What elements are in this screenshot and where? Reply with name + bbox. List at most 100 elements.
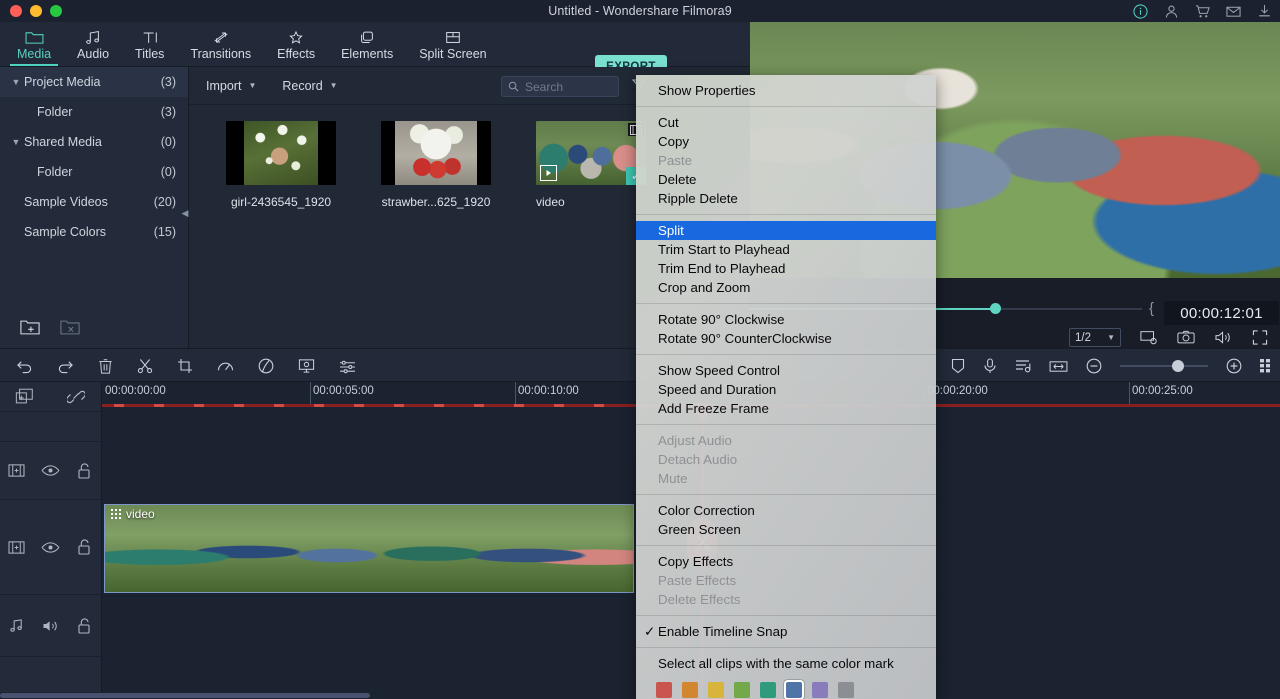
color-swatch-orange[interactable] [682, 682, 698, 698]
play-badge-icon [540, 165, 557, 181]
fit-timeline-icon[interactable] [1049, 359, 1068, 374]
menu-item-show-properties[interactable]: Show Properties [636, 81, 936, 100]
delete-icon[interactable] [98, 358, 113, 374]
download-icon[interactable] [1257, 4, 1272, 19]
marker-icon[interactable] [951, 358, 965, 374]
menu-item-select-same-color-mark[interactable]: Select all clips with the same color mar… [636, 654, 936, 673]
zoom-in-button[interactable] [1226, 358, 1242, 374]
speed-icon[interactable] [217, 359, 234, 374]
media-item-girl[interactable]: girl-2436545_1920 [226, 121, 336, 209]
sidebar-item-shared-folder[interactable]: Folder (0) [0, 157, 188, 187]
cart-icon[interactable] [1195, 4, 1210, 19]
tab-titles[interactable]: Titles [122, 21, 177, 66]
film-track-icon [0, 463, 34, 478]
menu-item-show-speed-control[interactable]: Show Speed Control [636, 361, 936, 380]
adjust-icon[interactable] [339, 359, 356, 374]
track-header-video-2 [0, 500, 101, 595]
menu-item-split[interactable]: Split [636, 221, 936, 240]
zoom-out-button[interactable] [1086, 358, 1102, 374]
menu-separator [636, 354, 936, 355]
color-swatch-teal[interactable] [760, 682, 776, 698]
timeline-clip-video[interactable]: video [104, 504, 634, 593]
menu-item-rotate-clockwise[interactable]: Rotate 90° Clockwise [636, 310, 936, 329]
tab-media[interactable]: Media [4, 21, 64, 66]
account-icon[interactable] [1164, 4, 1179, 19]
menu-item-green-screen[interactable]: Green Screen [636, 520, 936, 539]
menu-item-delete[interactable]: Delete [636, 170, 936, 189]
menu-item-enable-timeline-snap[interactable]: ✓ Enable Timeline Snap [636, 622, 936, 641]
zoom-slider-track [1120, 365, 1208, 367]
import-button[interactable]: Import ▼ [206, 79, 256, 93]
tab-split-screen[interactable]: Split Screen [406, 21, 499, 66]
sidebar-item-sample-colors[interactable]: Sample Colors (15) [0, 217, 188, 247]
mail-icon[interactable] [1226, 4, 1241, 19]
menu-item-copy[interactable]: Copy [636, 132, 936, 151]
add-track-icon[interactable] [0, 388, 51, 405]
color-swatch-purple[interactable] [812, 682, 828, 698]
link-icon[interactable] [51, 389, 102, 405]
menu-item-rotate-counterclockwise[interactable]: Rotate 90° CounterClockwise [636, 329, 936, 348]
menu-item-cut[interactable]: Cut [636, 113, 936, 132]
color-swatch-gray[interactable] [838, 682, 854, 698]
sidebar-item-shared-media[interactable]: ▼ Shared Media (0) [0, 127, 188, 157]
sidebar-item-label: Shared Media [24, 135, 161, 149]
media-item-video[interactable]: ✓ video [536, 121, 646, 209]
menu-separator [636, 494, 936, 495]
fullscreen-icon[interactable] [1252, 330, 1268, 345]
timeline-grid-icon[interactable] [1260, 358, 1272, 374]
volume-icon[interactable] [1214, 330, 1233, 345]
info-icon[interactable] [1133, 4, 1148, 19]
green-screen-icon[interactable] [298, 358, 315, 374]
record-label: Record [282, 79, 322, 93]
zoom-slider-handle[interactable] [1172, 360, 1184, 372]
search-icon [508, 81, 519, 92]
undo-icon[interactable] [16, 359, 33, 374]
menu-item-ripple-delete[interactable]: Ripple Delete [636, 189, 936, 208]
audio-mixer-icon[interactable] [1015, 358, 1031, 374]
menu-item-trim-end-to-playhead[interactable]: Trim End to Playhead [636, 259, 936, 278]
record-button[interactable]: Record ▼ [282, 79, 337, 93]
eye-icon[interactable] [34, 541, 68, 554]
lock-icon[interactable] [67, 463, 101, 479]
sidebar-collapse-handle[interactable]: ◀ [181, 202, 189, 224]
tab-transitions[interactable]: Transitions [177, 21, 264, 66]
clip-grip-icon[interactable] [110, 508, 122, 520]
speaker-icon[interactable] [34, 619, 68, 633]
playback-ratio-select[interactable]: 1/2 ▼ [1069, 328, 1121, 347]
search-box[interactable] [501, 76, 619, 97]
sidebar-item-sample-videos[interactable]: Sample Videos (20) [0, 187, 188, 217]
color-swatch-red[interactable] [656, 682, 672, 698]
eye-icon[interactable] [34, 464, 68, 477]
menu-item-color-correction[interactable]: Color Correction [636, 501, 936, 520]
sidebar-item-project-folder[interactable]: Folder (3) [0, 97, 188, 127]
search-input[interactable] [525, 80, 609, 94]
scrollbar-thumb[interactable] [0, 693, 370, 698]
lock-icon[interactable] [67, 539, 101, 555]
ruler-label: 00:00:20:00 [927, 385, 988, 397]
menu-item-copy-effects[interactable]: Copy Effects [636, 552, 936, 571]
delete-folder-icon[interactable] [60, 319, 80, 336]
voiceover-icon[interactable] [983, 358, 997, 374]
color-icon[interactable] [258, 358, 274, 374]
color-swatch-blue[interactable] [786, 682, 802, 698]
timeline-zoom-slider[interactable] [1120, 360, 1208, 372]
menu-item-speed-and-duration[interactable]: Speed and Duration [636, 380, 936, 399]
screen-settings-icon[interactable] [1140, 330, 1158, 345]
menu-item-add-freeze-frame[interactable]: Add Freeze Frame [636, 399, 936, 418]
menu-item-trim-start-to-playhead[interactable]: Trim Start to Playhead [636, 240, 936, 259]
sidebar-item-project-media[interactable]: ▼ Project Media (3) [0, 67, 188, 97]
tab-effects[interactable]: Effects [264, 21, 328, 66]
lock-icon[interactable] [67, 618, 101, 634]
snapshot-icon[interactable] [1177, 330, 1195, 345]
tab-audio[interactable]: Audio [64, 21, 122, 66]
menu-item-crop-and-zoom[interactable]: Crop and Zoom [636, 278, 936, 297]
crop-icon[interactable] [177, 358, 193, 374]
split-scissors-icon[interactable] [137, 358, 153, 374]
media-item-strawberry[interactable]: strawber...625_1920 [381, 121, 491, 209]
redo-icon[interactable] [57, 359, 74, 374]
color-swatch-yellow[interactable] [708, 682, 724, 698]
new-folder-icon[interactable] [20, 319, 40, 336]
color-swatch-green[interactable] [734, 682, 750, 698]
tab-elements[interactable]: Elements [328, 21, 406, 66]
scrubber-handle[interactable] [990, 303, 1001, 314]
